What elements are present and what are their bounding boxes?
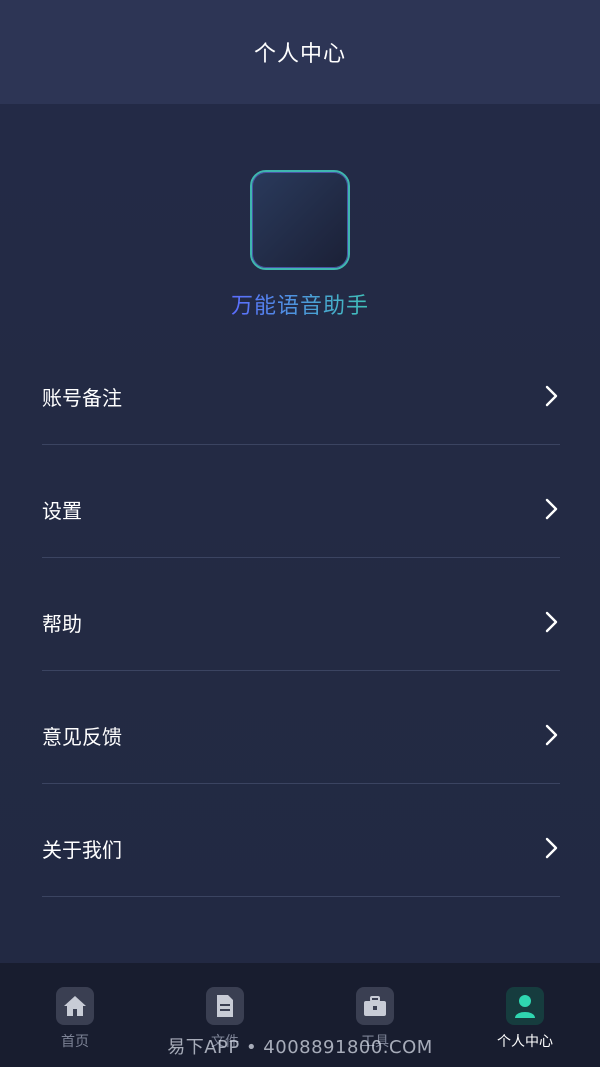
toolbox-icon (356, 987, 394, 1025)
menu-item-label: 意见反馈 (42, 724, 122, 749)
tab-label: 文件 (211, 1034, 239, 1050)
menu-item-about-us[interactable]: 关于我们 (42, 784, 560, 897)
menu-item-settings[interactable]: 设置 (42, 445, 560, 558)
person-icon (506, 987, 544, 1025)
menu-item-label: 帮助 (42, 611, 82, 636)
tab-profile[interactable]: 个人中心 (450, 963, 600, 1067)
menu-item-account-note[interactable]: 账号备注 (42, 332, 560, 445)
profile-content: 万能语音助手 账号备注 设置 帮助 意见反馈 关于我们 (0, 104, 600, 963)
settings-menu: 账号备注 设置 帮助 意见反馈 关于我们 (42, 332, 560, 897)
tab-tools[interactable]: 工具 (300, 963, 450, 1067)
tab-label: 首页 (61, 1034, 89, 1050)
app-name: 万能语音助手 (0, 288, 600, 320)
menu-item-label: 关于我们 (42, 837, 122, 862)
chevron-right-icon (544, 724, 560, 746)
home-icon (56, 987, 94, 1025)
menu-item-label: 账号备注 (42, 385, 122, 410)
bottom-tab-bar: 首页 文件 工具 个人中心 (0, 963, 600, 1067)
menu-item-label: 设置 (42, 498, 82, 523)
tab-label: 个人中心 (497, 1034, 553, 1050)
file-icon (206, 987, 244, 1025)
menu-item-help[interactable]: 帮助 (42, 558, 560, 671)
menu-item-feedback[interactable]: 意见反馈 (42, 671, 560, 784)
page-title: 个人中心 (253, 42, 346, 67)
tab-label: 工具 (361, 1034, 389, 1050)
chevron-right-icon (544, 385, 560, 407)
waveform-icon (263, 185, 337, 255)
top-bar: 个人中心 (0, 0, 600, 104)
app-logo (250, 170, 350, 270)
chevron-right-icon (544, 837, 560, 859)
app-name-text: 万能语音助手 (230, 294, 369, 319)
chevron-right-icon (544, 498, 560, 520)
tab-home[interactable]: 首页 (0, 963, 150, 1067)
tab-files[interactable]: 文件 (150, 963, 300, 1067)
chevron-right-icon (544, 611, 560, 633)
